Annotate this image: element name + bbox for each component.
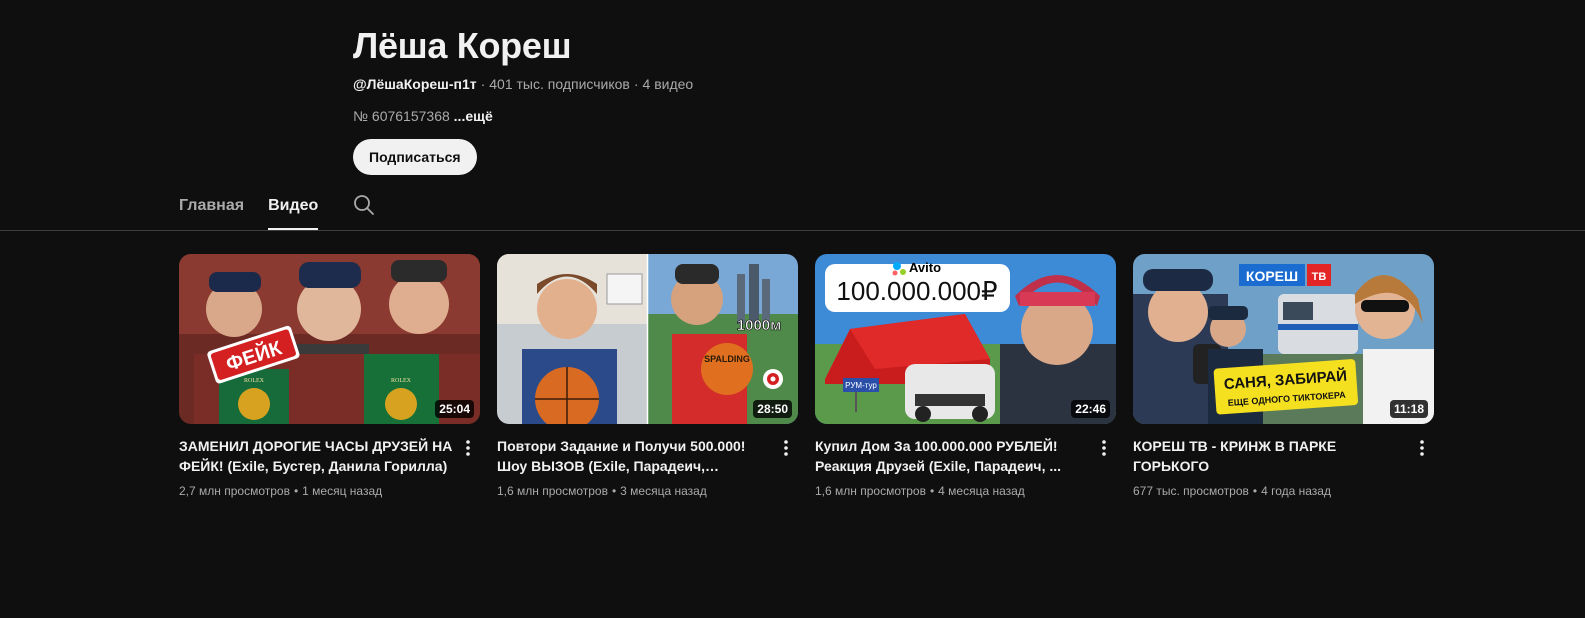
tab-videos[interactable]: Видео: [268, 184, 319, 230]
thumb-text-room-tour: РУМ-тур: [845, 381, 877, 390]
video-views: 2,7 млн просмотров: [179, 484, 290, 498]
video-duration: 28:50: [753, 400, 792, 418]
separator-dot: •: [929, 484, 935, 498]
channel-meta: @ЛёшаКореш-п1т · 401 тыс. подписчиков · 4 ви…: [353, 74, 693, 94]
video-duration: 25:04: [435, 400, 474, 418]
video-thumbnail[interactable]: Avito 100.000.000₽ РУМ-тур 22:46: [815, 254, 1116, 424]
more-vert-icon[interactable]: [1410, 436, 1434, 460]
video-count: 4 видео: [642, 76, 694, 92]
separator-dot: •: [293, 484, 299, 498]
channel-header: Лёша Кореш @ЛёшаКореш-п1т · 401 тыс. подпи…: [353, 24, 693, 175]
video-views: 1,6 млн просмотров: [815, 484, 926, 498]
video-age: 4 года назад: [1261, 484, 1331, 498]
video-title[interactable]: Повтори Задание и Получи 500.000! Шоу ВЫ…: [497, 436, 774, 476]
video-stats: 2,7 млн просмотров • 1 месяц назад: [179, 482, 456, 500]
video-thumbnail[interactable]: КОРЕШ ТВ САНЯ, ЗАБИРАЙ ЕЩЕ ОДНОГО ТИКТОК…: [1133, 254, 1434, 424]
channel-description: № 6076157368 ...ещё: [353, 106, 693, 126]
channel-handle: @ЛёшаКореш-п1т: [353, 76, 477, 92]
video-title[interactable]: КОРЕШ ТВ - КРИНЖ В ПАРКЕ ГОРЬКОГО: [1133, 436, 1410, 476]
video-thumbnail[interactable]: ФЕЙК ROLEX ROLEX 25:04: [179, 254, 480, 424]
video-stats: 1,6 млн просмотров • 4 месяца назад: [815, 482, 1092, 500]
channel-description-text: № 6076157368: [353, 108, 450, 124]
separator-dot: ·: [633, 76, 639, 92]
channel-name: Лёша Кореш: [353, 25, 572, 66]
thumb-text-rolex: ROLEX: [391, 378, 412, 384]
video-card: SPALDING 1000м 28:50 Повтори Задание и П…: [497, 254, 798, 500]
video-grid: ФЕЙК ROLEX ROLEX 25:04 ЗАМЕНИЛ ДОРОГИЕ Ч…: [179, 254, 1451, 500]
thumb-text-rolex: ROLEX: [244, 378, 265, 384]
thumbnail-image: ФЕЙК ROLEX ROLEX: [179, 254, 480, 424]
video-age: 4 месяца назад: [938, 484, 1025, 498]
separator-dot: •: [611, 484, 617, 498]
more-link[interactable]: ...ещё: [454, 108, 493, 124]
video-title[interactable]: ЗАМЕНИЛ ДОРОГИЕ ЧАСЫ ДРУЗЕЙ НА ФЕЙК! (Ex…: [179, 436, 456, 476]
thumbnail-image: КОРЕШ ТВ САНЯ, ЗАБИРАЙ ЕЩЕ ОДНОГО ТИКТОК…: [1133, 254, 1434, 424]
video-thumbnail[interactable]: SPALDING 1000м 28:50: [497, 254, 798, 424]
video-stats: 677 тыс. просмотров • 4 года назад: [1133, 482, 1410, 500]
search-icon[interactable]: [352, 184, 376, 230]
thumb-text-tv: ТВ: [1312, 271, 1327, 283]
thumb-text-koresh: КОРЕШ: [1246, 268, 1298, 284]
thumb-text-price: 100.000.000₽: [836, 276, 997, 306]
video-views: 1,6 млн просмотров: [497, 484, 608, 498]
video-card: ФЕЙК ROLEX ROLEX 25:04 ЗАМЕНИЛ ДОРОГИЕ Ч…: [179, 254, 480, 500]
separator-dot: ·: [480, 76, 486, 92]
video-age: 3 месяца назад: [620, 484, 707, 498]
thumbnail-image: SPALDING 1000м: [497, 254, 798, 424]
video-stats: 1,6 млн просмотров • 3 месяца назад: [497, 482, 774, 500]
video-details: ЗАМЕНИЛ ДОРОГИЕ ЧАСЫ ДРУЗЕЙ НА ФЕЙК! (Ex…: [179, 424, 480, 500]
video-details: Купил Дом За 100.000.000 РУБЛЕЙ! Реакция…: [815, 424, 1116, 500]
channel-page: Лёша Кореш @ЛёшаКореш-п1т · 401 тыс. подпи…: [0, 0, 1585, 618]
thumbnail-image: Avito 100.000.000₽ РУМ-тур: [815, 254, 1116, 424]
video-details: Повтори Задание и Получи 500.000! Шоу ВЫ…: [497, 424, 798, 500]
video-card: Avito 100.000.000₽ РУМ-тур 22:46 Купил Д…: [815, 254, 1116, 500]
tab-home[interactable]: Главная: [179, 184, 244, 230]
video-duration: 22:46: [1071, 400, 1110, 418]
more-vert-icon[interactable]: [456, 436, 480, 460]
thumb-text-distance: 1000м: [737, 317, 781, 334]
video-title[interactable]: Купил Дом За 100.000.000 РУБЛЕЙ! Реакция…: [815, 436, 1092, 476]
video-views: 677 тыс. просмотров: [1133, 484, 1249, 498]
tabs-divider: [0, 230, 1585, 231]
video-duration: 11:18: [1389, 400, 1428, 418]
channel-tabs: Главная Видео: [179, 184, 376, 230]
more-vert-icon[interactable]: [774, 436, 798, 460]
subscribe-button[interactable]: Подписаться: [353, 139, 477, 175]
video-details: КОРЕШ ТВ - КРИНЖ В ПАРКЕ ГОРЬКОГО 677 ты…: [1133, 424, 1434, 500]
thumb-text-avito: Avito: [909, 260, 941, 275]
video-age: 1 месяц назад: [302, 484, 383, 498]
video-card: КОРЕШ ТВ САНЯ, ЗАБИРАЙ ЕЩЕ ОДНОГО ТИКТОК…: [1133, 254, 1434, 500]
separator-dot: •: [1252, 484, 1258, 498]
thumb-text-spalding: SPALDING: [704, 354, 750, 364]
more-vert-icon[interactable]: [1092, 436, 1116, 460]
subscriber-count: 401 тыс. подписчиков: [489, 76, 630, 92]
